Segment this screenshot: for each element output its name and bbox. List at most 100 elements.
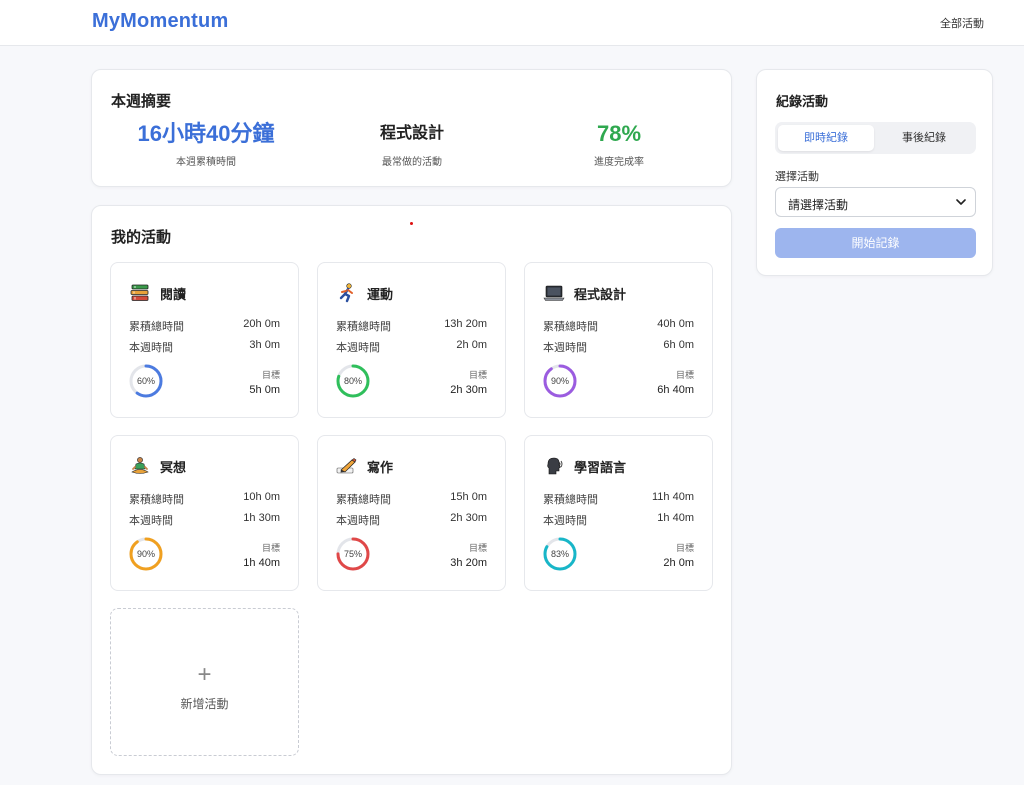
- week-time-row: 本週時間 2h 0m: [336, 339, 487, 355]
- goal-label: 目標: [675, 370, 694, 380]
- tab-live-record[interactable]: 即時紀錄: [778, 125, 874, 151]
- total-time-value: 20h 0m: [243, 318, 280, 330]
- progress-ring: 83%: [543, 537, 577, 571]
- stat-label: 本週累積時間: [176, 157, 236, 168]
- week-time-value: 1h 40m: [657, 512, 694, 524]
- week-time-label: 本週時間: [543, 342, 587, 354]
- progress-percent: 80%: [343, 376, 362, 386]
- goal-block: 目標 2h 0m: [663, 541, 694, 569]
- brand-logo[interactable]: MyMomentum: [92, 10, 228, 33]
- total-time-row: 累積總時間 20h 0m: [129, 318, 280, 334]
- summary-title: 本週摘要: [111, 93, 172, 110]
- activity-name: 程式設計: [574, 286, 627, 302]
- chevron-down-icon: [956, 199, 966, 205]
- tab-after-record[interactable]: 事後紀錄: [876, 125, 972, 151]
- start-record-button[interactable]: 開始記錄: [775, 228, 976, 258]
- total-time-row: 累積總時間 40h 0m: [543, 318, 694, 334]
- nav-all-activities-link[interactable]: 全部活動: [940, 15, 984, 31]
- activity-card[interactable]: 冥想累積總時間 10h 0m 本週時間 1h 30m 90% 目標 1h 40m: [110, 435, 299, 591]
- week-time-label: 本週時間: [129, 515, 173, 527]
- add-activity-button[interactable]: + 新增活動: [110, 608, 299, 756]
- goal-block: 目標 3h 20m: [450, 541, 487, 569]
- stat-weekly-time: 16小時40分鐘 本週累積時間: [106, 120, 306, 168]
- progress-percent: 90%: [550, 376, 569, 386]
- week-time-value: 1h 30m: [243, 512, 280, 524]
- week-time-label: 本週時間: [336, 342, 380, 354]
- goal-value: 6h 40m: [657, 384, 694, 396]
- progress-ring: 75%: [336, 537, 370, 571]
- stat-value: 78%: [596, 121, 642, 146]
- total-time-value: 11h 40m: [652, 491, 694, 503]
- goal-label: 目標: [261, 370, 280, 380]
- total-time-value: 40h 0m: [657, 318, 694, 330]
- activity-header: 冥想: [129, 456, 186, 476]
- total-time-value: 15h 0m: [450, 491, 487, 503]
- total-time-row: 累積總時間 10h 0m: [129, 491, 280, 507]
- total-time-label: 累積總時間: [543, 321, 598, 333]
- total-time-value: 10h 0m: [243, 491, 280, 503]
- stat-label: 進度完成率: [594, 157, 644, 168]
- progress-percent: 75%: [343, 549, 362, 559]
- activity-card[interactable]: 學習語言累積總時間 11h 40m 本週時間 1h 40m 83% 目標 2h 0m: [524, 435, 713, 591]
- record-activity-card: 紀錄活動 即時紀錄 事後紀錄 選擇活動 請選擇活動 開始記錄: [756, 69, 993, 276]
- total-time-row: 累積總時間 15h 0m: [336, 491, 487, 507]
- goal-label: 目標: [261, 543, 280, 553]
- laptop-icon: [543, 283, 565, 303]
- week-time-row: 本週時間 1h 30m: [129, 512, 280, 528]
- week-time-value: 3h 0m: [249, 339, 280, 351]
- speaking-head-icon: [543, 456, 565, 476]
- goal-block: 目標 1h 40m: [243, 541, 280, 569]
- goal-value: 2h 30m: [450, 384, 487, 396]
- week-time-row: 本週時間 2h 30m: [336, 512, 487, 528]
- goal-block: 目標 6h 40m: [657, 368, 694, 396]
- progress-percent: 90%: [136, 549, 155, 559]
- total-time-row: 累積總時間 11h 40m: [543, 491, 694, 507]
- activity-name: 冥想: [160, 459, 187, 475]
- total-time-label: 累積總時間: [129, 494, 184, 506]
- activity-select[interactable]: 請選擇活動: [775, 187, 976, 217]
- total-time-label: 累積總時間: [336, 321, 391, 333]
- activity-header: 學習語言: [543, 456, 626, 476]
- progress-ring: 90%: [543, 364, 577, 398]
- activity-card[interactable]: 程式設計累積總時間 40h 0m 本週時間 6h 0m 90% 目標 6h 40m: [524, 262, 713, 418]
- add-activity-label: 新增活動: [180, 697, 229, 711]
- stat-label: 最常做的活動: [382, 157, 442, 168]
- plus-icon: +: [197, 661, 212, 688]
- stat-value: 程式設計: [379, 125, 444, 142]
- total-time-row: 累積總時間 13h 20m: [336, 318, 487, 334]
- activity-card[interactable]: 寫作累積總時間 15h 0m 本週時間 2h 30m 75% 目標 3h 20m: [317, 435, 506, 591]
- running-person-icon: [336, 283, 358, 303]
- goal-value: 3h 20m: [450, 557, 487, 569]
- week-time-value: 6h 0m: [663, 339, 694, 351]
- activity-name: 學習語言: [574, 459, 627, 475]
- progress-percent: 60%: [136, 376, 155, 386]
- top-navbar: MyMomentum 全部活動: [0, 0, 1024, 46]
- meditation-icon: [129, 456, 151, 476]
- week-time-row: 本週時間 6h 0m: [543, 339, 694, 355]
- activity-select-value: 請選擇活動: [788, 198, 849, 212]
- week-time-label: 本週時間: [129, 342, 173, 354]
- activity-card[interactable]: 運動累積總時間 13h 20m 本週時間 2h 0m 80% 目標 2h 30m: [317, 262, 506, 418]
- total-time-value: 13h 20m: [444, 318, 487, 330]
- activities-title: 我的活動: [111, 229, 172, 246]
- goal-block: 目標 5h 0m: [249, 368, 280, 396]
- progress-ring: 90%: [129, 537, 163, 571]
- total-time-label: 累積總時間: [543, 494, 598, 506]
- progress-ring: 60%: [129, 364, 163, 398]
- goal-label: 目標: [675, 543, 694, 553]
- goal-label: 目標: [468, 370, 487, 380]
- goal-value: 2h 0m: [663, 557, 694, 569]
- activity-header: 寫作: [336, 456, 393, 476]
- activity-card[interactable]: 閱讀 累積總時間 20h 0m 本週時間 3h 0m 60% 目標 5h 0m: [110, 262, 299, 418]
- stat-value: 16小時40分鐘: [137, 121, 275, 146]
- goal-value: 1h 40m: [243, 557, 280, 569]
- activity-header: 運動: [336, 283, 393, 303]
- total-time-label: 累積總時間: [336, 494, 391, 506]
- week-time-label: 本週時間: [543, 515, 587, 527]
- goal-label: 目標: [468, 543, 487, 553]
- total-time-label: 累積總時間: [129, 321, 184, 333]
- activity-name: 運動: [367, 286, 394, 302]
- goal-block: 目標 2h 30m: [450, 368, 487, 396]
- writing-hand-icon: [336, 456, 358, 476]
- stat-completion-rate: 78% 進度完成率: [519, 120, 719, 168]
